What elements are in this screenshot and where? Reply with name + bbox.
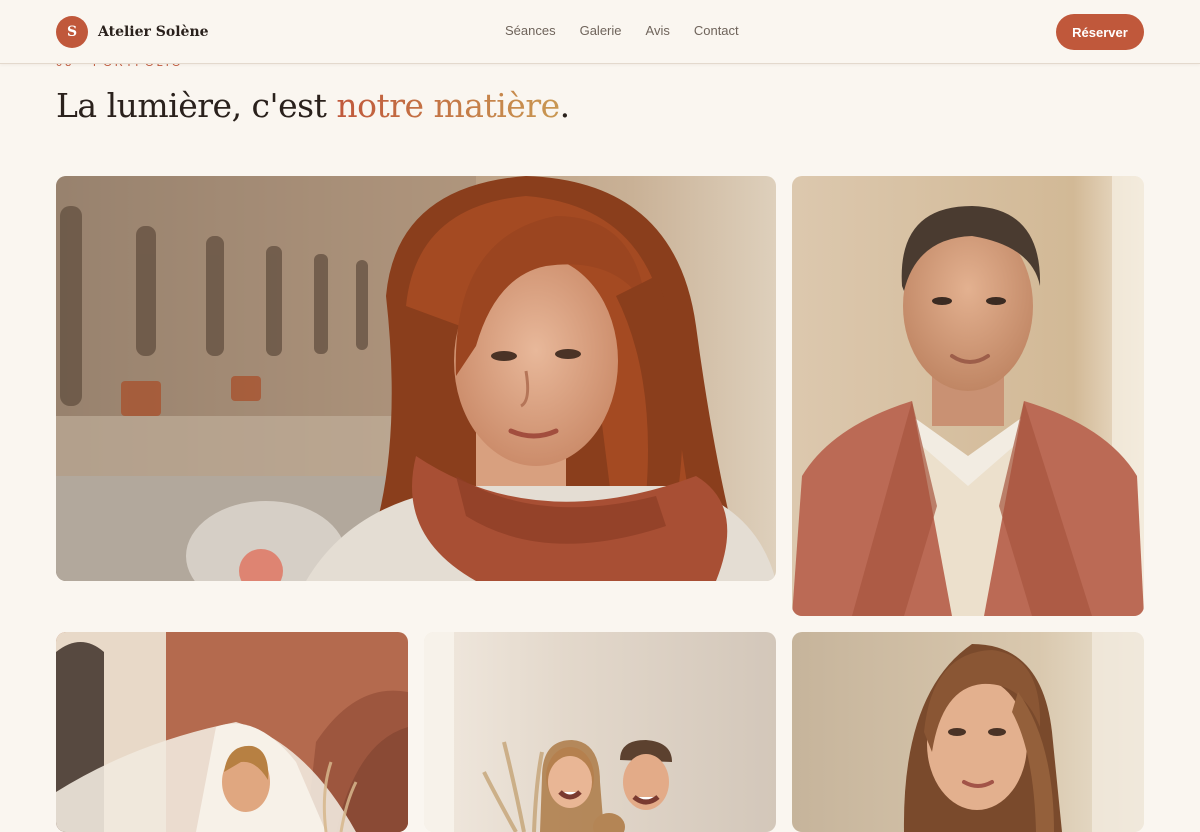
nav-item-seances[interactable]: Séances — [505, 23, 556, 38]
portrait-woman-scarf-photo — [56, 176, 776, 581]
bride-veil-photo — [56, 632, 408, 832]
portrait-man-blazer-photo — [792, 176, 1144, 616]
headline-prefix: La lumière, c'est — [56, 86, 337, 125]
main-nav: Séances Galerie Avis Contact — [505, 23, 739, 38]
gallery-photo-4[interactable] — [424, 632, 776, 832]
site-header: S Atelier Solène Séances Galerie Avis Co… — [0, 0, 1200, 64]
section-headline: La lumière, c'est notre matière. — [56, 86, 570, 125]
brand-initial: S — [56, 16, 88, 48]
family-laughing-photo — [424, 632, 776, 832]
gallery-photo-1[interactable] — [56, 176, 776, 581]
brand-name: Atelier Solène — [98, 24, 209, 40]
gallery-photo-3[interactable] — [56, 632, 408, 832]
nav-item-avis[interactable]: Avis — [646, 23, 670, 38]
headline-accent: notre matière — [336, 86, 560, 125]
gallery-photo-5[interactable] — [792, 632, 1144, 832]
nav-item-galerie[interactable]: Galerie — [580, 23, 622, 38]
headline-suffix: . — [559, 86, 571, 125]
brand-logo[interactable]: S Atelier Solène — [56, 16, 209, 48]
reserve-button[interactable]: Réserver — [1056, 14, 1144, 50]
portrait-woman-photo — [792, 632, 1144, 832]
gallery-photo-2[interactable] — [792, 176, 1144, 616]
nav-item-contact[interactable]: Contact — [694, 23, 739, 38]
